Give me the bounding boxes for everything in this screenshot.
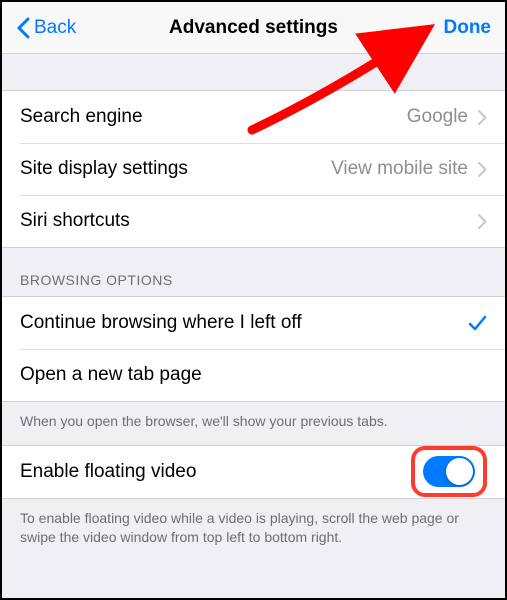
back-label: Back: [34, 17, 76, 39]
floating-video-toggle[interactable]: [423, 456, 475, 487]
footer-text-browsing: When you open the browser, we'll show yo…: [2, 402, 505, 445]
row-label: Continue browsing where I left off: [20, 312, 467, 334]
spacer: [2, 54, 505, 90]
row-search-engine[interactable]: Search engine Google: [2, 91, 505, 143]
row-label: Search engine: [20, 106, 407, 128]
row-label: Enable floating video: [20, 461, 411, 483]
section-header-browsing: BROWSING OPTIONS: [2, 248, 505, 296]
row-continue-browsing[interactable]: Continue browsing where I left off: [2, 297, 505, 349]
settings-group-browsing: Continue browsing where I left off Open …: [2, 296, 505, 402]
row-label: Open a new tab page: [20, 364, 487, 386]
chevron-right-icon: [478, 162, 487, 177]
footer-text-floating: To enable floating video while a video i…: [2, 499, 505, 561]
row-value: View mobile site: [331, 158, 468, 180]
done-button[interactable]: Done: [444, 17, 492, 39]
settings-group-floating: Enable floating video: [2, 445, 505, 499]
row-siri-shortcuts[interactable]: Siri shortcuts: [2, 195, 505, 247]
chevron-right-icon: [478, 214, 487, 229]
row-floating-video: Enable floating video: [2, 446, 505, 498]
row-value: Google: [407, 106, 468, 128]
chevron-left-icon: [16, 17, 30, 39]
row-label: Siri shortcuts: [20, 210, 478, 232]
settings-group-main: Search engine Google Site display settin…: [2, 90, 505, 248]
toggle-knob: [446, 458, 473, 485]
row-new-tab[interactable]: Open a new tab page: [2, 349, 505, 401]
row-label: Site display settings: [20, 158, 331, 180]
back-button[interactable]: Back: [16, 17, 76, 39]
annotation-highlight: [411, 446, 487, 497]
page-title: Advanced settings: [169, 17, 338, 39]
chevron-right-icon: [478, 110, 487, 125]
row-site-display[interactable]: Site display settings View mobile site: [2, 143, 505, 195]
checkmark-icon: [467, 313, 487, 333]
nav-header: Back Advanced settings Done: [2, 2, 505, 54]
